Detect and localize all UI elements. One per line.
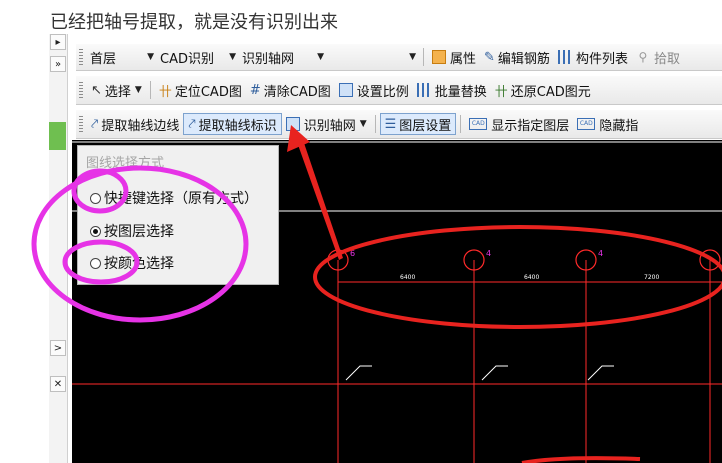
toolbar-floor: 首层 ▼ CAD识别 ▼ 识别轴网 ▼ ▼ 属性 ✎ 编辑钢筋 构件列表 ⚲ 拾取 <box>76 44 722 71</box>
clear-cad-label: 清除CAD图 <box>263 84 331 100</box>
dropdown-arrow-icon: ▼ <box>359 119 367 129</box>
axis-marker: 6 <box>350 249 355 258</box>
dropdown-arrow-icon: ▼ <box>409 52 416 62</box>
option-shortcut-select[interactable]: 快捷键选择（原有方式） <box>90 188 258 208</box>
radio-button[interactable] <box>90 192 101 204</box>
toolbar-separator <box>374 115 376 133</box>
recognize-icon <box>285 117 300 131</box>
axis-grid-label: 识别轴网 <box>242 51 295 67</box>
floor-label: 首层 <box>90 51 117 67</box>
cursor-icon: ↖ <box>91 82 102 98</box>
post-caption: 已经把轴号提取，就是没有识别出来 <box>50 12 338 33</box>
toolbar-axis: ⤤ 提取轴线边线 ⤤ 提取轴线标识 识别轴网 ▼ ☰ 图层设置 CAD 显示指定图层 CA… <box>76 110 722 139</box>
option-label: 按颜色选择 <box>104 256 174 272</box>
dropdown-arrow-icon: ▼ <box>229 52 236 62</box>
toolbar-grip[interactable] <box>79 82 83 98</box>
pick-button[interactable]: ⚲ 拾取 <box>632 46 684 68</box>
component-list-button[interactable]: 构件列表 <box>554 46 632 68</box>
side-expand-button[interactable]: > <box>50 340 66 356</box>
axis-marker: 4 <box>598 249 603 258</box>
toolbar-grip[interactable] <box>79 49 83 65</box>
extract-axis-edge-button[interactable]: ⤤ 提取轴线边线 <box>87 113 183 135</box>
option-label: 快捷键选择（原有方式） <box>104 191 258 207</box>
axis-grid-combo[interactable]: 识别轴网 ▼ <box>239 47 327 67</box>
dropdown-arrow-icon: ▼ <box>134 85 142 95</box>
floor-combo[interactable]: 首层 ▼ <box>87 47 157 67</box>
recognize-axis-label: 识别轴网 <box>303 118 356 134</box>
cad-recognize-label: CAD识别 <box>160 51 214 67</box>
extract-axis-label-label: 提取轴线标识 <box>198 118 277 134</box>
scale-icon <box>338 83 353 97</box>
properties-label: 属性 <box>450 51 477 67</box>
panel-arrow-button[interactable]: ▸ <box>50 34 66 50</box>
section-mark <box>587 365 614 381</box>
dropdown-arrow-icon: ▼ <box>147 52 154 62</box>
edit-rebar-label: 编辑钢筋 <box>497 51 550 67</box>
restore-cad-button[interactable]: 卄还原CAD图元 <box>491 79 595 101</box>
hide-layer-label: 隐藏指 <box>599 118 639 134</box>
edit-rebar-button[interactable]: ✎ 编辑钢筋 <box>480 46 554 68</box>
section-mark <box>481 365 508 381</box>
extract-label-icon: ⤤ <box>188 116 196 132</box>
toolbar-separator <box>423 48 424 66</box>
extract-axis-edge-label: 提取轴线边线 <box>101 118 180 134</box>
option-layer-select[interactable]: 按图层选择 <box>90 221 174 241</box>
set-scale-button[interactable]: 设置比例 <box>335 79 413 101</box>
toolbar-grip[interactable] <box>79 116 83 132</box>
extract-axis-label-button[interactable]: ⤤ 提取轴线标识 <box>183 113 282 135</box>
layer-settings-button[interactable]: ☰ 图层设置 <box>379 113 457 135</box>
component-list-label: 构件列表 <box>575 51 628 67</box>
list-icon <box>557 50 572 64</box>
set-scale-label: 设置比例 <box>356 84 409 100</box>
layers-icon: ☰ <box>384 116 397 132</box>
toolbar-separator <box>149 81 151 99</box>
select-label: 选择 <box>104 84 131 100</box>
restore-cad-label: 还原CAD图元 <box>510 84 591 100</box>
cad-hide-icon: CAD <box>577 118 596 130</box>
axis-marker: 4 <box>486 249 491 258</box>
dropdown-arrow-icon: ▼ <box>317 52 324 62</box>
properties-icon <box>432 50 446 64</box>
pick-icon: ⚲ <box>638 50 648 64</box>
layer-settings-label: 图层设置 <box>399 118 452 134</box>
cad-show-icon: CAD <box>469 118 488 130</box>
clear-icon: # <box>249 82 261 98</box>
extract-edge-icon: ⤤ <box>91 116 99 132</box>
properties-button[interactable]: 属性 <box>428 46 480 68</box>
recognize-axis-button[interactable]: 识别轴网 ▼ <box>282 113 371 135</box>
batch-replace-label: 批量替换 <box>434 84 487 100</box>
pen-icon: ✎ <box>484 49 495 65</box>
toolbar-separator <box>460 115 462 133</box>
hide-layer-button[interactable]: CAD 隐藏指 <box>573 113 642 135</box>
show-layer-label: 显示指定图层 <box>491 118 570 134</box>
left-collapsed-panel: ▸ » > ✕ <box>49 34 68 463</box>
dimension-label: 6400 <box>400 274 415 281</box>
radio-button[interactable] <box>90 257 101 269</box>
pick-label: 拾取 <box>653 51 680 67</box>
section-mark <box>345 365 372 381</box>
batch-replace-button[interactable]: 批量替换 <box>413 79 491 101</box>
locate-cad-button[interactable]: 卄定位CAD图 <box>155 79 246 101</box>
close-panel-button[interactable]: ✕ <box>50 376 66 392</box>
show-layer-button[interactable]: CAD 显示指定图层 <box>465 113 573 135</box>
clear-cad-button[interactable]: # 清除CAD图 <box>246 79 335 101</box>
dimension-label: 6400 <box>524 274 539 281</box>
cad-recognize-combo[interactable]: CAD识别 ▼ <box>157 47 239 67</box>
empty-combo[interactable]: ▼ <box>327 47 419 67</box>
locate-cad-label: 定位CAD图 <box>174 84 242 100</box>
select-button[interactable]: ↖ 选择 ▼ <box>87 79 146 101</box>
batch-icon <box>416 83 431 97</box>
popup-title: 图线选择方式 <box>86 156 165 171</box>
radio-button-selected[interactable] <box>90 225 101 237</box>
line-selection-popup: 图线选择方式 快捷键选择（原有方式） 按图层选择 按颜色选择 <box>77 145 279 285</box>
option-label: 按图层选择 <box>104 224 174 240</box>
dimension-label: 7200 <box>644 274 659 281</box>
panel-indicator <box>49 122 66 150</box>
restore-icon: 卄 <box>494 84 508 100</box>
option-color-select[interactable]: 按颜色选择 <box>90 253 174 273</box>
expand-panel-button[interactable]: » <box>50 56 66 72</box>
toolbar-cad: ↖ 选择 ▼ 卄定位CAD图 # 清除CAD图 设置比例 批量替换 卄还原CAD图元 <box>76 76 722 105</box>
locate-icon: 卄 <box>158 84 172 100</box>
